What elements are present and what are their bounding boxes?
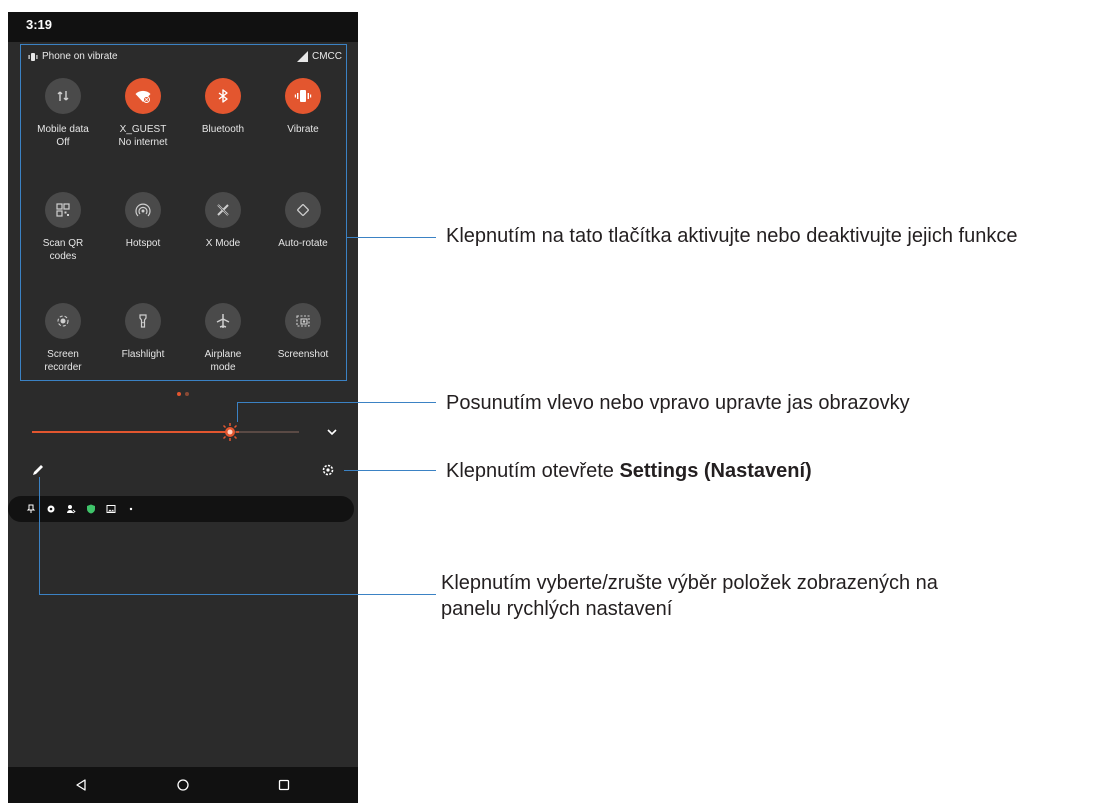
ringer-status: Phone on vibrate [28, 51, 118, 62]
tile-flashlight[interactable]: Flashlight [103, 303, 183, 362]
page-indicator [177, 392, 189, 396]
tile-sublabel: codes [49, 250, 77, 262]
x-mode-icon[interactable] [205, 192, 241, 228]
brightness-slider[interactable] [32, 431, 299, 433]
carrier-name: CMCC [312, 51, 342, 62]
tile-label: Bluetooth [201, 124, 245, 135]
vibrate-status-icon [28, 52, 38, 61]
tile-airplane-mode[interactable]: Airplane mode [183, 303, 263, 374]
hotspot-icon[interactable] [125, 192, 161, 228]
shield-icon [87, 504, 95, 514]
mobile-data-icon[interactable] [45, 78, 81, 114]
tile-label: X Mode [205, 238, 241, 249]
tile-sublabel: No internet [118, 136, 168, 148]
recents-icon[interactable] [277, 778, 291, 792]
more-dot-icon [129, 507, 133, 511]
home-icon[interactable] [176, 778, 190, 792]
flashlight-icon[interactable] [125, 303, 161, 339]
tile-wifi[interactable]: X_GUEST No internet [103, 78, 183, 149]
bluetooth-icon[interactable] [205, 78, 241, 114]
callout-line-settings [344, 470, 436, 471]
callout-edit-line1: Klepnutím vyberte/zrušte výběr položek z… [441, 572, 938, 594]
callout-settings-prefix: Klepnutím otevřete [446, 460, 620, 482]
tile-label: Mobile data [37, 124, 89, 135]
gear-icon [47, 505, 55, 513]
callout-settings-bold: Settings (Nastavení) [619, 460, 812, 482]
callout-line-tiles [347, 237, 436, 238]
status-bar: 3:19 [8, 12, 358, 42]
callout-brightness: Posunutím vlevo nebo vpravo upravte jas … [446, 392, 910, 414]
tile-label: Scan QR [42, 238, 84, 249]
qr-code-icon[interactable] [45, 192, 81, 228]
status-time: 3:19 [26, 17, 53, 32]
callout-settings: Klepnutím otevřete Settings (Nastavení) [446, 458, 812, 484]
tile-x-mode[interactable]: X Mode [183, 192, 263, 251]
notification-icon-strip[interactable] [8, 496, 354, 522]
callout-line-edit [39, 594, 436, 595]
tile-vibrate[interactable]: Vibrate [263, 78, 343, 137]
auto-rotate-icon[interactable] [285, 192, 321, 228]
brightness-thumb-icon[interactable] [220, 423, 239, 441]
tile-screen-recorder[interactable]: Screen recorder [23, 303, 103, 374]
tile-sublabel: mode [210, 361, 236, 373]
brightness-fill [32, 431, 230, 433]
tile-bluetooth[interactable]: Bluetooth [183, 78, 263, 137]
tile-scan-qr[interactable]: Scan QR codes [23, 192, 103, 263]
pin-icon [26, 504, 36, 513]
callout-edit-line2: panelu rychlých nastavení [441, 598, 673, 620]
screen-recorder-icon[interactable] [45, 303, 81, 339]
callout-tiles: Klepnutím na tato tlačítka aktivujte neb… [446, 225, 1018, 247]
vibrate-icon[interactable] [285, 78, 321, 114]
callout-edit: Klepnutím vyberte/zrušte výběr položek z… [441, 570, 938, 622]
tile-sublabel: Off [56, 136, 70, 148]
callout-line-brightness-drop [237, 402, 238, 422]
callout-line-brightness [237, 402, 436, 403]
signal-icon [297, 51, 308, 62]
screenshot-icon[interactable] [285, 303, 321, 339]
tile-label: Vibrate [287, 124, 319, 135]
tile-auto-rotate[interactable]: Auto-rotate [263, 192, 343, 251]
tile-screenshot[interactable]: Screenshot [263, 303, 343, 362]
callout-line-edit-drop [39, 477, 40, 594]
tile-label: Screenshot [277, 349, 329, 360]
edit-pencil-icon[interactable] [31, 463, 45, 477]
tile-mobile-data[interactable]: Mobile data Off [23, 78, 103, 149]
expand-chevron-icon[interactable] [326, 426, 338, 438]
tile-hotspot[interactable]: Hotspot [103, 192, 183, 251]
navigation-bar [8, 767, 358, 803]
tile-label: Flashlight [121, 349, 165, 360]
tile-sublabel: recorder [44, 361, 82, 373]
tile-label: X_GUEST [119, 124, 167, 135]
ringer-status-text: Phone on vibrate [42, 51, 118, 62]
back-icon[interactable] [74, 778, 88, 792]
carrier-status: CMCC [297, 51, 342, 62]
tile-label: Hotspot [125, 238, 161, 249]
settings-gear-icon[interactable] [321, 463, 335, 477]
user-transfer-icon [67, 505, 76, 514]
tile-label: Screen [47, 349, 79, 360]
airplane-icon[interactable] [205, 303, 241, 339]
image-icon [106, 505, 116, 513]
wifi-icon[interactable] [125, 78, 161, 114]
phone-screen: 3:19 Phone on vibrate CMCC Mobile data Of… [8, 12, 358, 803]
tile-label: Auto-rotate [278, 238, 328, 249]
tile-label: Airplane [204, 349, 242, 360]
